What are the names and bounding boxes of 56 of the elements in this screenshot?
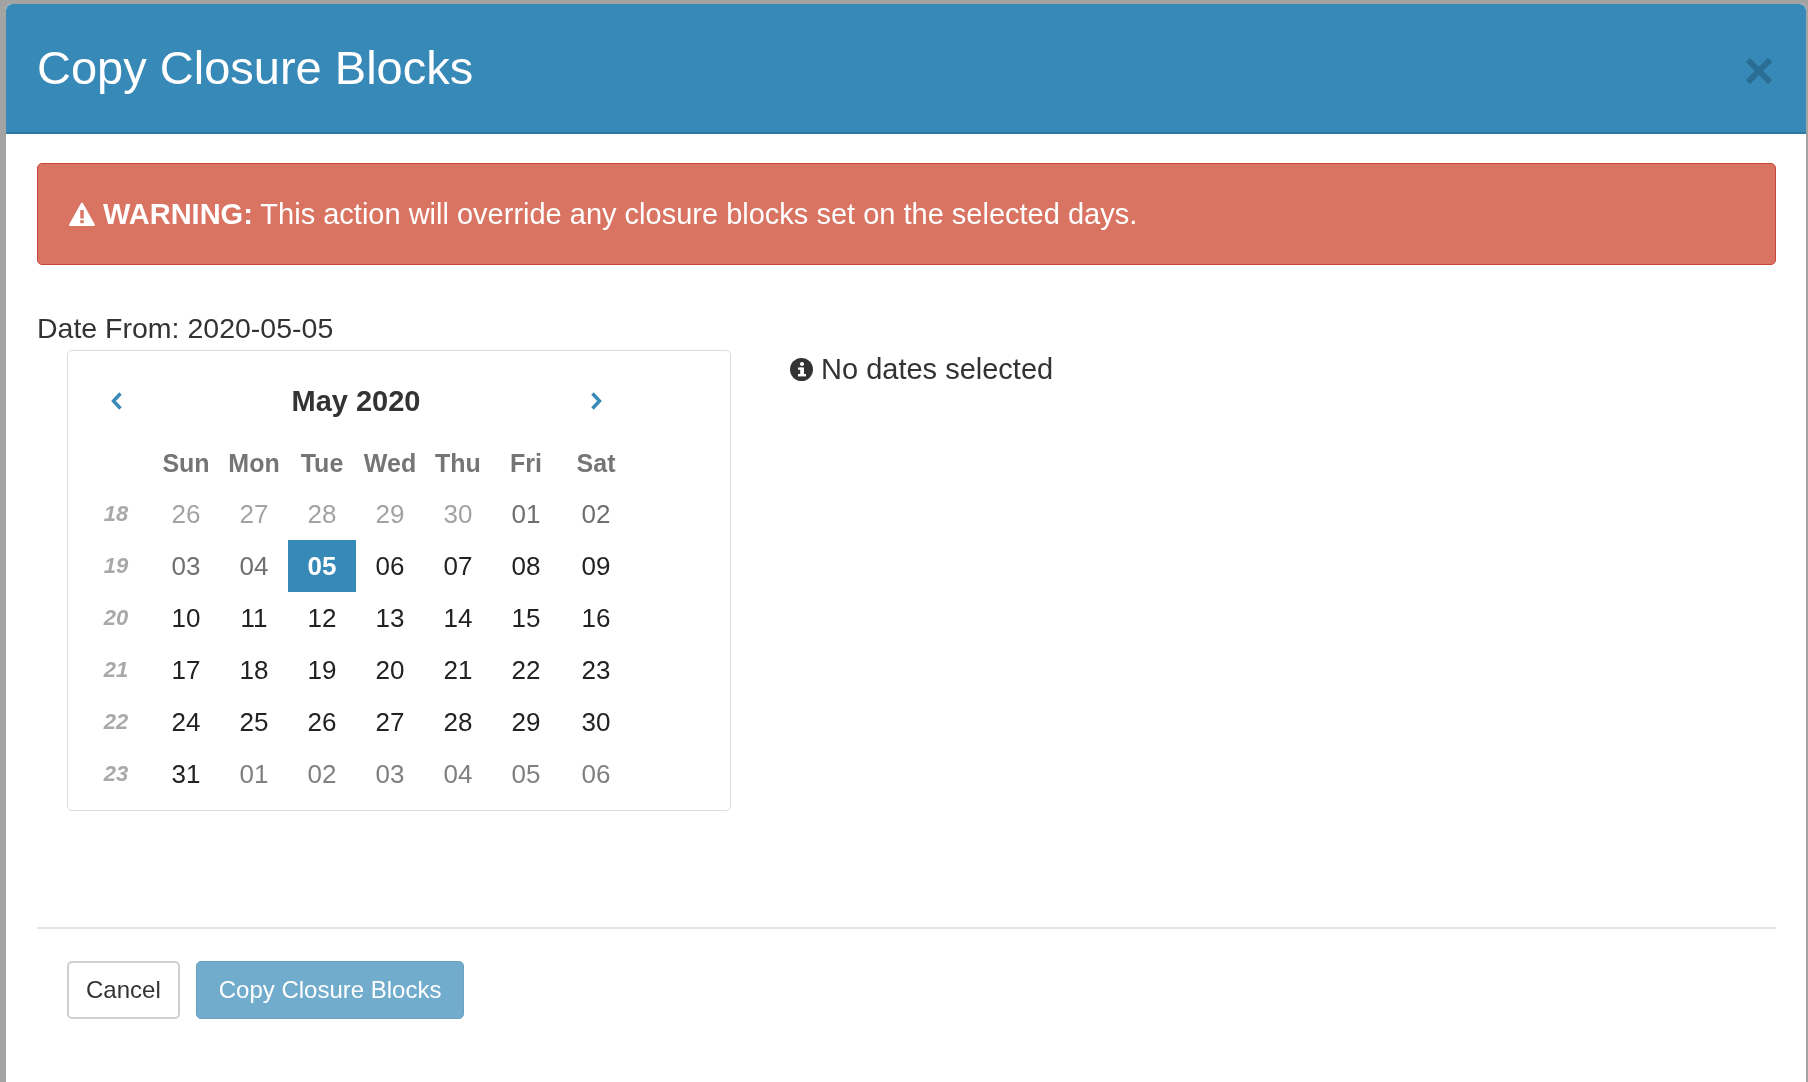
- week-number: 18: [102, 500, 130, 528]
- cancel-button[interactable]: Cancel: [67, 961, 180, 1019]
- calendar-day[interactable]: 03: [356, 748, 424, 800]
- calendar-day[interactable]: 06: [560, 748, 632, 800]
- month-title: May 2020: [290, 383, 422, 419]
- calendar-day[interactable]: 20: [356, 644, 424, 696]
- week-number: 19: [102, 552, 130, 580]
- warning-icon: [69, 202, 95, 226]
- week-number: 22: [102, 708, 130, 736]
- dialog-title: Copy Closure Blocks: [37, 39, 474, 95]
- calendar-day[interactable]: 26: [288, 696, 356, 748]
- calendar-day[interactable]: 15: [492, 592, 560, 644]
- chevron-right-icon[interactable]: [589, 391, 603, 411]
- calendar-day[interactable]: 05: [492, 748, 560, 800]
- chevron-left-icon[interactable]: [109, 391, 123, 411]
- calendar-day[interactable]: 24: [152, 696, 220, 748]
- calendar-day[interactable]: 19: [288, 644, 356, 696]
- warning-message: WARNING: This action will override any closure blocks set on the selected days.: [103, 197, 1138, 231]
- calendar-day[interactable]: 21: [424, 644, 492, 696]
- week-number: 23: [102, 760, 130, 788]
- calendar-day[interactable]: 06: [356, 540, 424, 592]
- week-number: 21: [102, 656, 130, 684]
- weekday-header: Sat: [575, 448, 617, 479]
- calendar-day[interactable]: 30: [560, 696, 632, 748]
- calendar-day[interactable]: 17: [152, 644, 220, 696]
- calendar-day[interactable]: 07: [424, 540, 492, 592]
- calendar-day[interactable]: 01: [220, 748, 288, 800]
- calendar-day[interactable]: 04: [424, 748, 492, 800]
- calendar-day[interactable]: 28: [424, 696, 492, 748]
- calendar-day[interactable]: 14: [424, 592, 492, 644]
- calendar-day[interactable]: 31: [152, 748, 220, 800]
- week-number: 20: [102, 604, 130, 632]
- calendar-day[interactable]: 10: [152, 592, 220, 644]
- weekday-header: Fri: [509, 448, 543, 479]
- calendar-day[interactable]: 29: [492, 696, 560, 748]
- calendar-day[interactable]: 08: [492, 540, 560, 592]
- calendar-day[interactable]: 05: [288, 540, 356, 592]
- calendar-day[interactable]: 23: [560, 644, 632, 696]
- calendar-day[interactable]: 16: [560, 592, 632, 644]
- calendar-day[interactable]: 22: [492, 644, 560, 696]
- calendar-day[interactable]: 13: [356, 592, 424, 644]
- weekday-header: Sun: [161, 448, 211, 479]
- calendar-day[interactable]: 02: [288, 748, 356, 800]
- weekday-header: Tue: [299, 448, 345, 479]
- weekday-header: Wed: [362, 448, 418, 479]
- weekday-header: Mon: [227, 448, 281, 479]
- calendar-day[interactable]: 12: [288, 592, 356, 644]
- calendar-day[interactable]: 25: [220, 696, 288, 748]
- calendar-day[interactable]: 27: [356, 696, 424, 748]
- info-icon: [790, 357, 813, 381]
- weekday-header: Thu: [434, 448, 482, 479]
- calendar-day[interactable]: 18: [220, 644, 288, 696]
- calendar-day[interactable]: 11: [220, 592, 288, 644]
- calendar-day[interactable]: 09: [560, 540, 632, 592]
- date-from-label: Date From: 2020-05-05: [37, 312, 334, 344]
- status-text: No dates selected: [821, 352, 1054, 386]
